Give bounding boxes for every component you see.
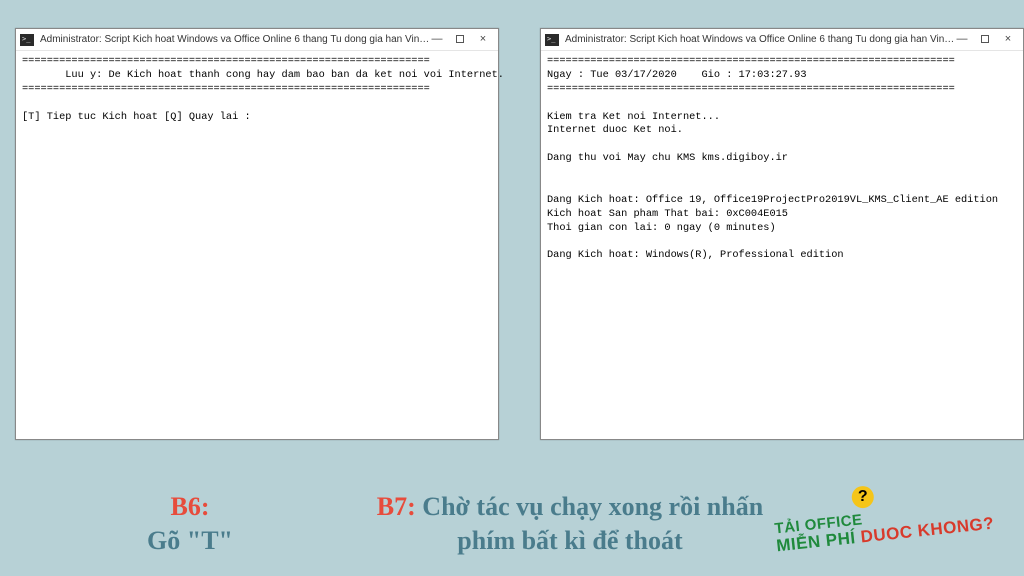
b7-text: Chờ tác vụ chạy xong rồi nhấn phím bất k… [422,492,763,555]
titlebar-right: Administrator: Script Kich hoat Windows … [541,29,1023,51]
maximize-button[interactable] [981,35,989,43]
window-title-right: Administrator: Script Kich hoat Windows … [565,34,957,45]
b6-text: Gõ "T" [147,526,233,555]
window-controls-right: — × [957,35,1019,45]
console-window-right: Administrator: Script Kich hoat Windows … [540,28,1024,440]
minimize-button[interactable]: — [432,35,442,45]
console-output-right: ========================================… [541,51,1023,267]
close-button[interactable]: × [1003,35,1013,45]
window-title-left: Administrator: Script Kich hoat Windows … [40,34,432,45]
close-button[interactable]: × [478,35,488,45]
console-window-left: Administrator: Script Kich hoat Windows … [15,28,499,440]
b7-label: B7: [377,492,423,521]
cmd-icon [545,34,559,46]
console-output-left: ========================================… [16,51,498,128]
window-controls-left: — × [432,35,494,45]
b6-label: B6: [171,492,210,521]
caption-b7: B7: Chờ tác vụ chạy xong rồi nhấn phím b… [360,490,780,558]
cmd-icon [20,34,34,46]
minimize-button[interactable]: — [957,35,967,45]
caption-b6: B6: Gõ "T" [40,490,340,558]
titlebar-left: Administrator: Script Kich hoat Windows … [16,29,498,51]
maximize-button[interactable] [456,35,464,43]
